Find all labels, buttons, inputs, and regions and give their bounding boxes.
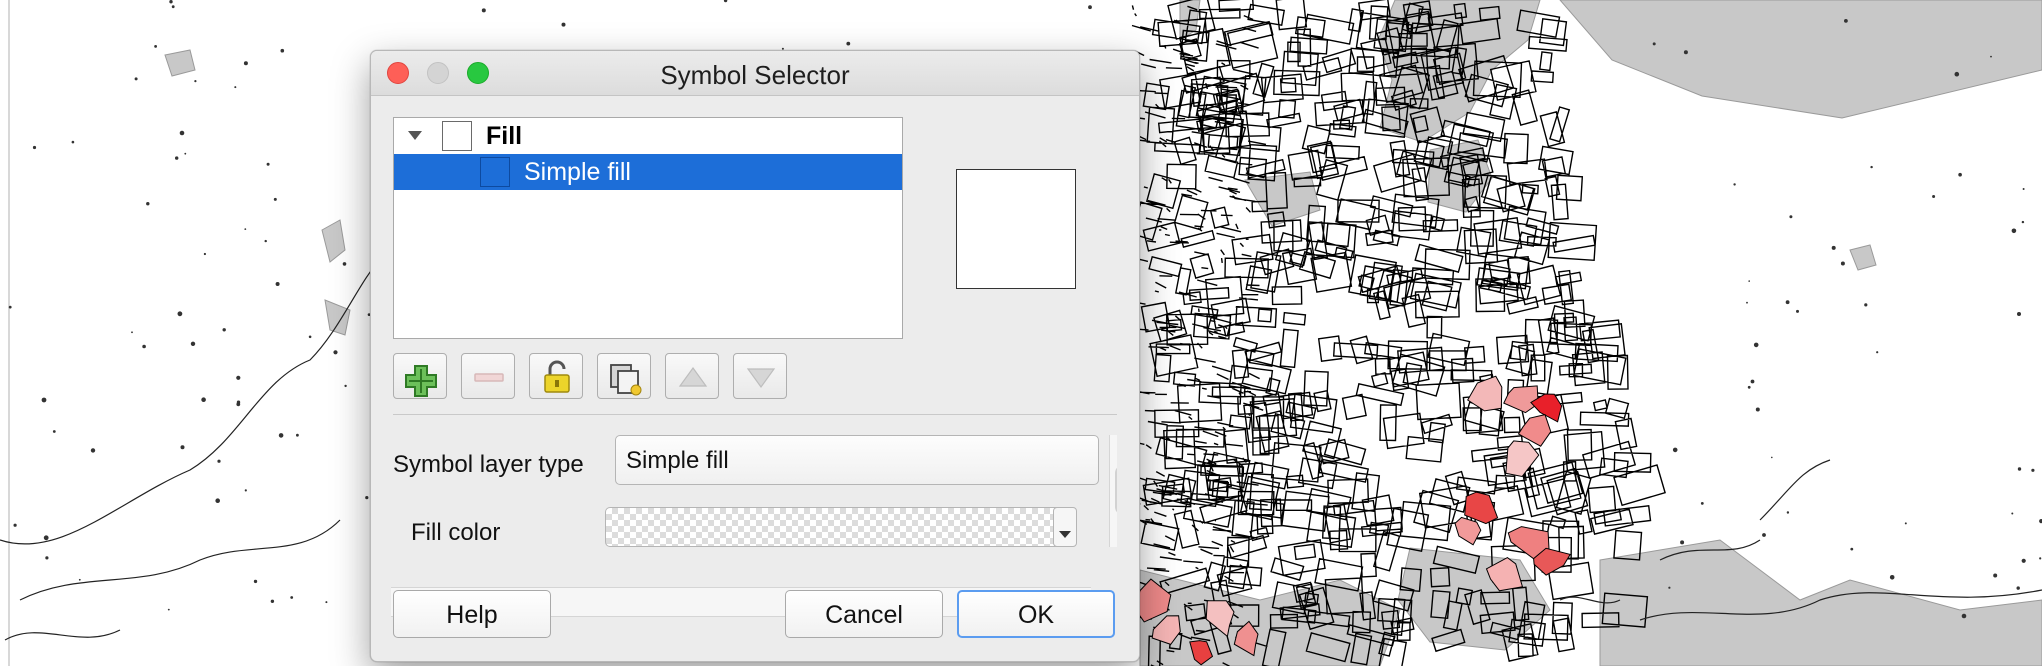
add-layer-icon [405, 365, 437, 397]
symbol-layer-tree[interactable]: Fill Simple fill [393, 117, 903, 339]
fill-symbol-swatch [442, 121, 472, 151]
tree-item-simple-fill[interactable]: Simple fill [394, 154, 902, 190]
cancel-button[interactable]: Cancel [785, 590, 943, 638]
lock-color-button[interactable] [529, 353, 583, 399]
tree-item-label: Fill [486, 122, 523, 150]
ok-button[interactable]: OK [957, 590, 1115, 638]
tree-item-fill[interactable]: Fill [394, 118, 902, 154]
lock-color-icon [544, 360, 570, 393]
dialog-title: Symbol Selector [660, 60, 850, 90]
move-down-icon [746, 368, 776, 389]
move-up-button[interactable] [665, 353, 719, 399]
fill-color-dropdown[interactable] [1053, 507, 1077, 547]
duplicate-layer-icon [610, 364, 642, 396]
remove-layer-button[interactable] [461, 353, 515, 399]
title-bar: Symbol Selector [371, 51, 1139, 96]
vertical-scrollbar[interactable] [1109, 435, 1117, 547]
symbol-layer-type-combo[interactable]: Simple fill [615, 435, 1099, 485]
simple-fill-swatch [480, 157, 510, 187]
fill-color-button[interactable] [605, 507, 1063, 547]
tree-item-label: Simple fill [524, 158, 631, 186]
add-layer-button[interactable] [393, 353, 447, 399]
move-up-icon [678, 366, 708, 387]
fill-color-label: Fill color [411, 519, 501, 546]
symbol-selector-dialog: Symbol Selector Fill Simple fill Symbol … [370, 50, 1140, 662]
divider [393, 414, 1117, 415]
layer-properties-panel: Symbol layer type Simple fill Fill color [393, 429, 1117, 589]
scroll-thumb[interactable] [1115, 465, 1117, 515]
help-button[interactable]: Help [393, 590, 551, 638]
duplicate-layer-button[interactable] [597, 353, 651, 399]
expand-arrow-icon[interactable] [408, 131, 422, 140]
symbol-preview [956, 169, 1076, 289]
symbol-layer-type-value: Simple fill [626, 447, 729, 474]
remove-layer-icon [474, 373, 504, 382]
symbol-layer-type-label: Symbol layer type [393, 451, 584, 478]
move-down-button[interactable] [733, 353, 787, 399]
